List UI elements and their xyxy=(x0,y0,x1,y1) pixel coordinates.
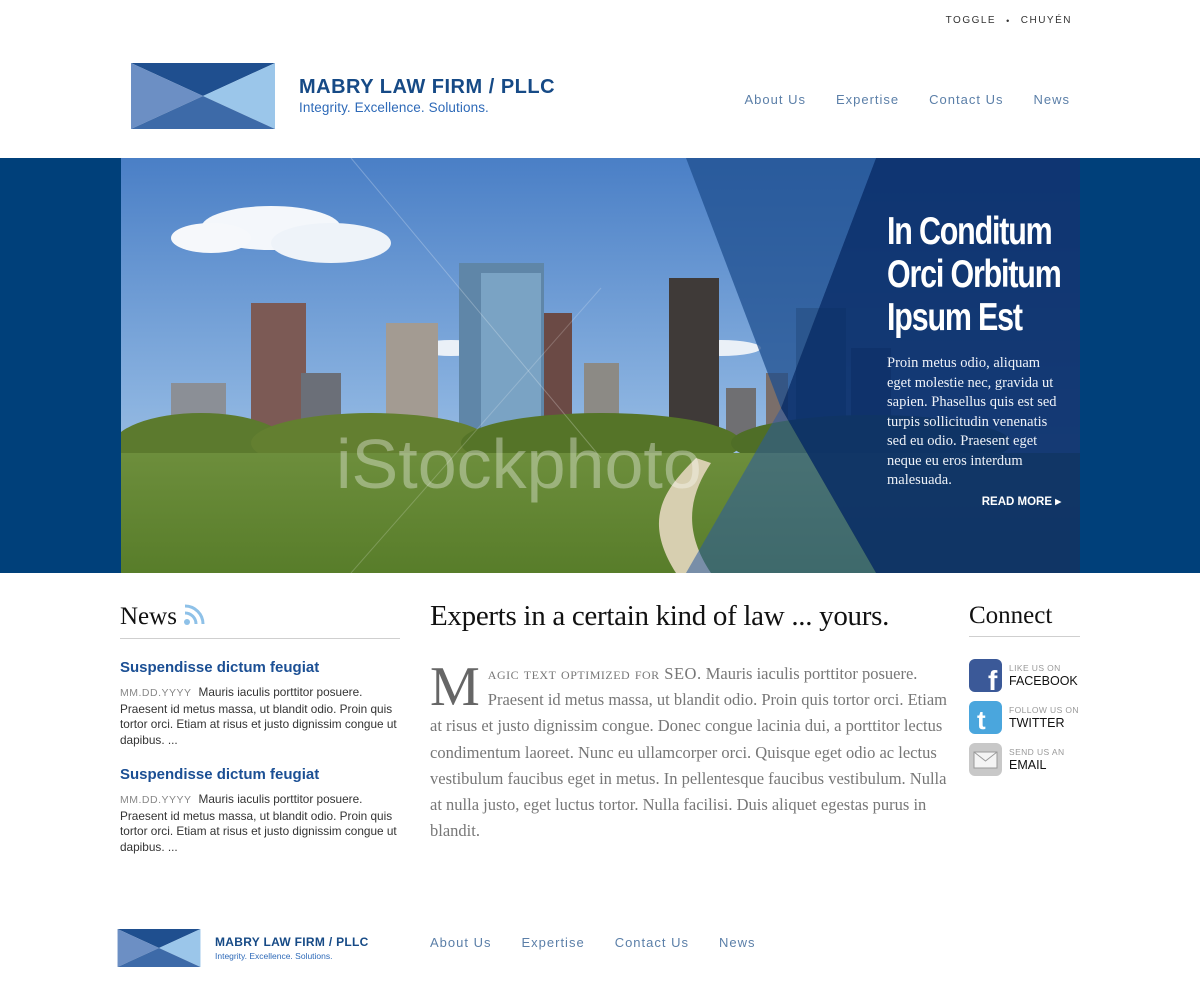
news-divider xyxy=(120,638,400,639)
twitter-caption: FOLLOW US ON xyxy=(1009,705,1079,715)
footer-brand-name: MABRY LAW FIRM / PLLC xyxy=(215,935,369,949)
nav-contact-us[interactable]: Contact Us xyxy=(929,92,1003,107)
email-icon xyxy=(969,743,1002,776)
news-summary: MM.DD.YYYY Mauris iaculis porttitor posue… xyxy=(120,792,400,855)
toggle-link[interactable]: TOGGLE xyxy=(946,15,997,26)
drop-cap: M xyxy=(430,656,480,718)
news-headline-link[interactable]: Suspendisse dictum feugiat xyxy=(120,766,400,783)
nav-news[interactable]: News xyxy=(1033,92,1070,107)
twitter-icon: t xyxy=(969,701,1002,734)
facebook-caption: LIKE US ON xyxy=(1009,663,1061,673)
footer-nav-about-us[interactable]: About Us xyxy=(430,935,491,950)
rss-icon[interactable] xyxy=(183,602,207,631)
email-link[interactable]: SEND US AN EMAIL xyxy=(969,743,1080,776)
connect-section: Connect f LIKE US ON FACEBOOK t FOLLOW U… xyxy=(969,602,1080,776)
utility-bar: TOGGLE • CHUYÉN xyxy=(946,15,1072,26)
intro-body: Magic text optimized for SEO. Mauris iac… xyxy=(430,656,950,844)
twitter-label: TWITTER xyxy=(1009,716,1065,730)
footer-logo-mark-icon xyxy=(117,929,201,967)
hero-caption: In Conditum Orci Orbitum Ipsum Est Proin… xyxy=(887,210,1067,508)
nav-expertise[interactable]: Expertise xyxy=(836,92,899,107)
intro-section: Experts in a certain kind of law ... you… xyxy=(430,600,950,844)
email-caption: SEND US AN xyxy=(1009,747,1065,757)
email-label: EMAIL xyxy=(1009,758,1047,772)
nav-about-us[interactable]: About Us xyxy=(744,92,805,107)
news-date: MM.DD.YYYY xyxy=(120,794,192,806)
news-date: MM.DD.YYYY xyxy=(120,687,192,699)
news-headline-link[interactable]: Suspendisse dictum feugiat xyxy=(120,659,400,676)
news-heading-row: News xyxy=(120,602,400,638)
news-title: News xyxy=(120,602,177,630)
news-item: Suspendisse dictum feugiat MM.DD.YYYY Mau… xyxy=(120,659,400,748)
intro-heading: Experts in a certain kind of law ... you… xyxy=(430,600,890,632)
hero-text: Proin metus odio, aliquam eget molestie … xyxy=(887,355,1057,488)
connect-divider xyxy=(969,636,1080,637)
language-link[interactable]: CHUYÉN xyxy=(1021,15,1072,26)
footer-nav-contact-us[interactable]: Contact Us xyxy=(615,935,689,950)
news-summary: MM.DD.YYYY Mauris iaculis porttitor posue… xyxy=(120,685,400,748)
svg-text:t: t xyxy=(977,705,986,734)
brand-name: MABRY LAW FIRM / PLLC xyxy=(299,76,556,98)
site-logo[interactable]: MABRY LAW FIRM / PLLC Integrity. Excelle… xyxy=(131,63,555,129)
svg-text:f: f xyxy=(988,665,998,692)
facebook-label: FACEBOOK xyxy=(1009,674,1078,688)
news-item: Suspendisse dictum feugiat MM.DD.YYYY Mau… xyxy=(120,766,400,855)
facebook-link[interactable]: f LIKE US ON FACEBOOK xyxy=(969,659,1080,692)
intro-lead: agic text optimized for SEO. xyxy=(487,664,702,683)
footer-nav: About Us Expertise Contact Us News xyxy=(430,935,756,950)
footer-nav-expertise[interactable]: Expertise xyxy=(521,935,584,950)
intro-text: Mauris iaculis porttitor posuere. Praese… xyxy=(430,664,947,841)
separator-dot: • xyxy=(1006,15,1011,26)
footer-brand-tagline: Integrity. Excellence. Solutions. xyxy=(215,951,333,961)
footer-logo[interactable]: MABRY LAW FIRM / PLLC Integrity. Excelle… xyxy=(117,929,369,967)
watermark-text: iStockphoto xyxy=(336,425,702,503)
connect-title: Connect xyxy=(969,602,1053,629)
hero-title: In Conditum Orci Orbitum Ipsum Est xyxy=(887,210,1062,339)
brand-tagline: Integrity. Excellence. Solutions. xyxy=(299,100,489,115)
connect-heading-row: Connect xyxy=(969,602,1080,636)
news-section: News Suspendisse dictum feugiat MM.DD.YY… xyxy=(120,602,400,855)
main-nav: About Us Expertise Contact Us News xyxy=(744,92,1070,107)
hero-banner: iStockphoto In Conditum Orci Orbitum Ips… xyxy=(0,158,1200,573)
logo-mark-icon xyxy=(131,63,275,129)
facebook-icon: f xyxy=(969,659,1002,692)
twitter-link[interactable]: t FOLLOW US ON TWITTER xyxy=(969,701,1080,734)
read-more-link[interactable]: READ MORE ▸ xyxy=(887,494,1067,508)
footer-nav-news[interactable]: News xyxy=(719,935,756,950)
